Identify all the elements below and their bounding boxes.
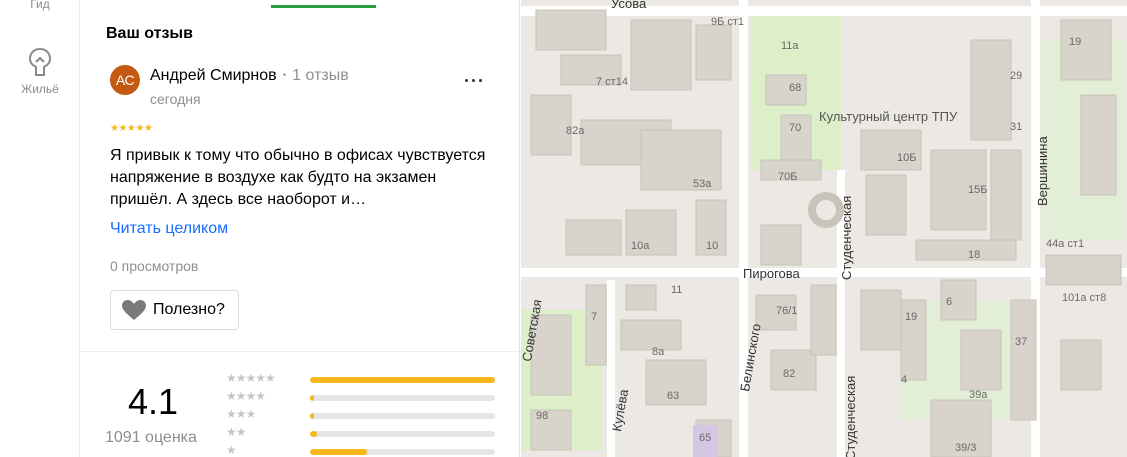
author-line: Андрей Смирнов • 1 отзыв	[150, 67, 349, 85]
rating-row-bar	[310, 377, 495, 383]
dot-icon	[465, 79, 468, 82]
house-number: 39/3	[955, 442, 977, 454]
rating-row: ★	[226, 443, 496, 457]
review-text: Я привык к тому что обычно в офисах чувс…	[110, 147, 486, 208]
author-review-count: 1 отзыв	[292, 67, 349, 84]
house-number: 18	[968, 249, 981, 261]
housing-icon	[28, 47, 52, 76]
house-number: 19	[1069, 36, 1082, 48]
rating-row: ★★★★★	[226, 371, 496, 387]
house-number: 70Б	[778, 171, 798, 183]
house-number: 9Б ст1	[711, 16, 745, 28]
house-number: 10а	[631, 240, 650, 252]
house-number: 15Б	[968, 184, 988, 196]
rating-row-stars: ★★	[226, 425, 246, 439]
rating-row-bar-fill	[310, 395, 314, 401]
left-rail: Гид Жильё	[0, 0, 80, 457]
poi-label: Культурный центр ТПУ	[819, 109, 958, 124]
house-number: 65	[699, 432, 712, 444]
house-number: 10Б	[897, 152, 917, 164]
street-label: Вершинина	[1035, 136, 1050, 206]
house-number: 82	[783, 368, 796, 380]
author-name[interactable]: Андрей Смирнов	[150, 67, 277, 84]
avatar[interactable]: АС	[110, 65, 140, 95]
rating-row-stars: ★★★★	[226, 389, 266, 403]
useful-button[interactable]: Полезно?	[110, 290, 239, 330]
rating-value: 4.1	[128, 381, 179, 422]
house-number: 98	[536, 410, 549, 422]
rating-row: ★★★★	[226, 389, 496, 405]
rating-row-bar-fill	[310, 431, 317, 437]
rating-row-bar	[310, 413, 495, 419]
rail-item-housing-label: Жильё	[21, 82, 59, 96]
house-number: 6	[946, 296, 953, 308]
rating-row: ★★★	[226, 407, 496, 423]
rating-count: 1091 оценка	[105, 429, 197, 446]
house-number: 11а	[781, 40, 799, 52]
rail-item-gid-label: Гид	[30, 0, 50, 11]
review-panel: Ваш отзыв АС Андрей Смирнов • 1 отзыв сего…	[80, 0, 520, 457]
house-number: 53а	[693, 178, 712, 190]
house-number: 44а ст1	[1046, 238, 1085, 250]
dot-icon	[479, 79, 482, 82]
house-number: 7	[591, 311, 598, 323]
rating-row-bar-fill	[310, 377, 495, 383]
useful-button-label: Полезно?	[153, 301, 225, 318]
more-options-button[interactable]	[462, 70, 486, 90]
rating-row-bar-fill	[310, 413, 314, 419]
map[interactable]: Усова Пирогова Культурный центр ТПУ Студ…	[521, 0, 1127, 457]
house-number: 37	[1015, 336, 1028, 348]
house-number: 10	[706, 240, 719, 252]
author-separator: •	[282, 70, 287, 82]
house-number: 29	[1010, 70, 1023, 82]
house-number: 19	[905, 311, 918, 323]
section-title: Ваш отзыв	[106, 25, 193, 42]
house-number: 31	[1010, 121, 1023, 133]
heart-icon	[122, 300, 146, 320]
street-label: Студенческая	[839, 195, 854, 280]
divider	[80, 351, 520, 352]
rail-item-gid[interactable]: Гид	[0, 0, 80, 11]
rating-row-bar	[310, 395, 495, 401]
house-number: 39а	[969, 389, 988, 401]
house-number: 101а ст8	[1062, 292, 1107, 304]
house-number: 8а	[652, 346, 665, 358]
house-number: 7 ст14	[596, 76, 628, 88]
rating-row-bar	[310, 431, 495, 437]
street-label: Усова	[611, 0, 647, 11]
rail-item-housing[interactable]: Жильё	[0, 46, 80, 96]
house-number: 76/1	[776, 305, 798, 317]
rating-row-stars: ★★★★★	[226, 371, 276, 385]
house-number: 68	[789, 82, 802, 94]
rating-row-stars: ★★★	[226, 407, 256, 421]
street-label: Студенческая	[843, 375, 858, 457]
house-number: 82а	[566, 125, 585, 137]
rating-row: ★★	[226, 425, 496, 441]
active-tab-indicator	[271, 5, 376, 8]
house-number: 63	[667, 390, 680, 402]
house-number: 11	[671, 284, 683, 296]
house-number: 70	[789, 122, 802, 134]
street-label: Пирогова	[743, 266, 800, 281]
review-date: сегодня	[150, 91, 201, 107]
rating-row-stars: ★	[226, 443, 237, 457]
house-number: 4	[901, 374, 908, 386]
views-count: 0 просмотров	[110, 258, 199, 274]
dot-icon	[472, 79, 475, 82]
review-stars: ★★★★★	[110, 123, 153, 134]
rating-row-bar	[310, 449, 495, 455]
read-more-link[interactable]: Читать целиком	[110, 220, 228, 238]
map-canvas	[521, 0, 1127, 457]
rating-row-bar-fill	[310, 449, 367, 455]
